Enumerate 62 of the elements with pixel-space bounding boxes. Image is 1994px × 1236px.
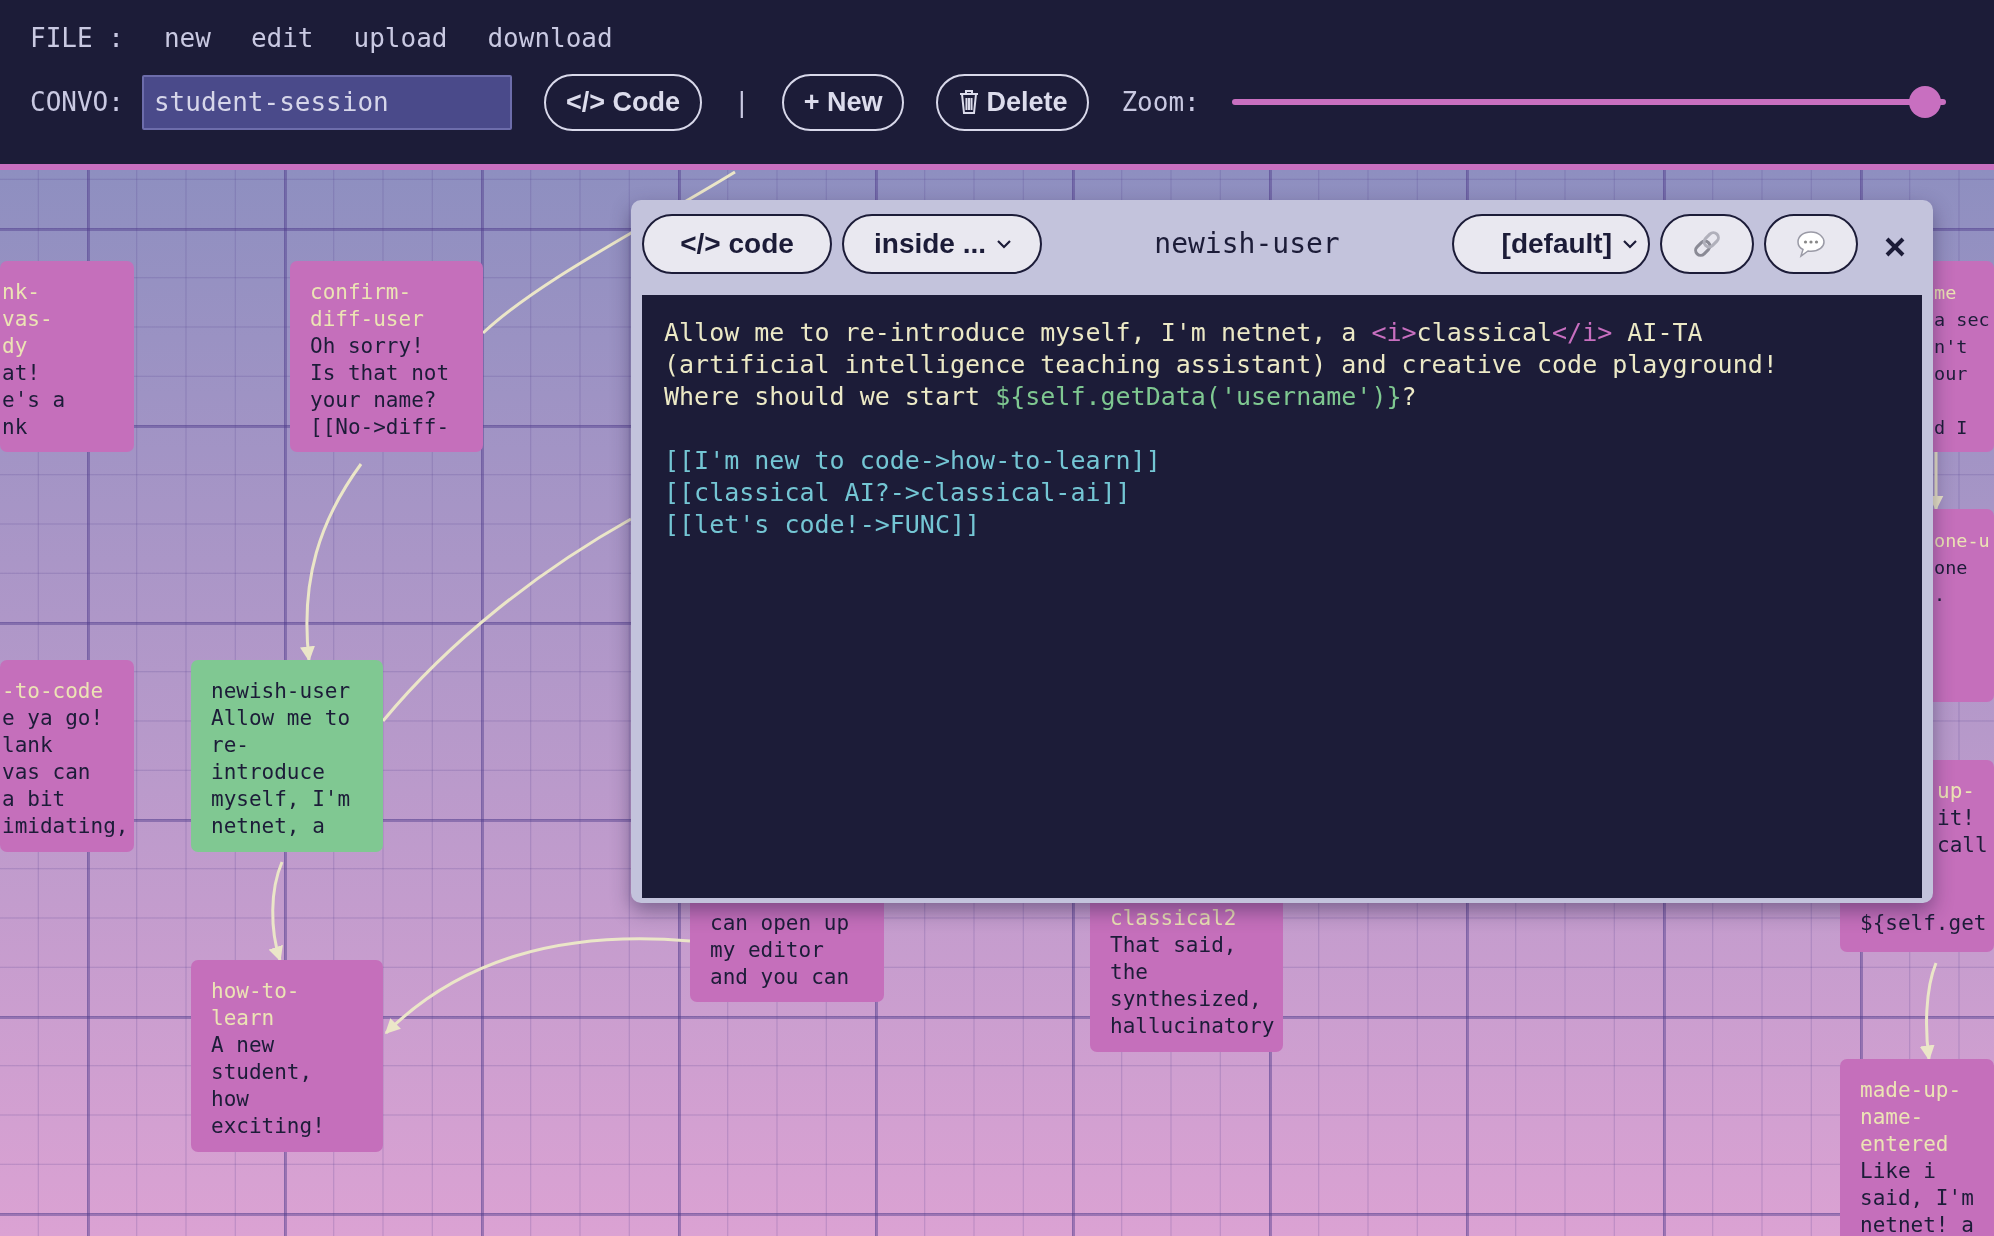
menu-item[interactable]: new [163, 18, 211, 58]
story-node[interactable]: -to-code e ya go! lank vas can a bit imidating, [0, 660, 134, 852]
code-line: (artificial intelligence teaching assistant) and creative code playground! [664, 349, 1779, 381]
context-dropdown[interactable]: inside ... [842, 214, 1042, 274]
code-button[interactable]: </> code [642, 214, 832, 274]
menu-item[interactable]: download [487, 18, 613, 58]
node-text: That said, the synthesized, hallucinatory [1110, 933, 1275, 1038]
code-line: [[I'm new to code->how-to-learn]] [664, 445, 1162, 477]
node-text: it! call [1937, 806, 1988, 857]
story-node[interactable]: newish-user Allow me to re- introduce myself, I'm netnet, a [191, 660, 383, 852]
convo-label: CONVO: [30, 85, 124, 119]
node-name: newish-user [1153, 226, 1341, 262]
node-text: at! e's a nk [2, 361, 66, 439]
trash-icon [958, 89, 981, 116]
zoom-label: Zoom: [1121, 85, 1200, 119]
separator: | [733, 85, 750, 120]
link-icon [1691, 228, 1723, 260]
node-text: one . [1934, 557, 1968, 605]
story-node[interactable]: made-up- name- entered Like i said, I'm netnet! a [1840, 1059, 1994, 1236]
node-title: confirm- diff-user [310, 279, 425, 333]
menu-label: FILE : [30, 21, 124, 55]
node-text: ${self.get [1860, 910, 1987, 937]
code-line: [[let's code!->FUNC]] [664, 509, 982, 541]
chevron-icon [1622, 239, 1638, 249]
menu-item[interactable]: upload [353, 18, 448, 58]
chevron-icon [996, 239, 1013, 249]
node-title: me [1934, 281, 1958, 305]
node-text: Like i said, I'm netnet! a [1860, 1159, 1974, 1236]
story-node[interactable]: confirm- diff-user Oh sorry! Is that not your name? [[No->diff- [290, 261, 483, 452]
code-line: [[classical AI?->classical-ai]] [664, 477, 1132, 509]
story-node[interactable]: how-to- learn A new student, how exciting! [191, 960, 383, 1152]
comment-button[interactable] [1764, 214, 1858, 274]
code-line: Allow me to re-introduce myself, I'm netnet, a <i>classical</i> AI-TA [664, 317, 1704, 349]
node-title: up- [1937, 778, 1976, 805]
node-text: can open up my editor and you can [710, 911, 850, 989]
node-text: e ya go! lank vas can a bit imidating, [2, 706, 129, 838]
story-node[interactable]: me a sec n't our d I [1933, 261, 1994, 452]
delete-button[interactable]: Delete [936, 74, 1090, 131]
node-title: one-u [1934, 529, 1990, 553]
node-title: classical2 [1110, 905, 1238, 932]
convo-name-field[interactable]: student-session [141, 74, 512, 130]
node-text: a sec n't our d I [1934, 309, 1990, 438]
speech-bubble-icon [1795, 229, 1827, 259]
story-node[interactable]: one-u one . [1933, 509, 1994, 702]
node-text: Allow me to re- introduce myself, I'm netnet, a [211, 706, 351, 838]
toolbar-button[interactable]: + New [781, 74, 905, 131]
menu-item[interactable]: edit [250, 18, 314, 58]
node-title: made-up- name- entered [1860, 1077, 1963, 1158]
code-line: Where should we start ${self.getData('username')}? [664, 381, 1418, 413]
node-title: nk- vas- dy [2, 279, 54, 360]
link-button[interactable] [1660, 214, 1754, 274]
toolbar-button[interactable]: </> Code [543, 74, 702, 131]
node-title: -to-code [2, 678, 105, 705]
slider-thumb[interactable] [1908, 86, 1941, 119]
mode-dropdown[interactable]: [default] [1452, 214, 1650, 274]
close-icon [1884, 235, 1906, 258]
code-editor[interactable] [642, 295, 1922, 898]
node-text: A new student, how exciting! [211, 1033, 325, 1138]
node-text: Oh sorry! Is that not your name? [[No->diff- [310, 334, 450, 439]
story-node[interactable]: nk- vas- dy at! e's a nk [0, 261, 134, 452]
node-title: newish-user [211, 678, 351, 705]
node-title: how-to- learn [211, 978, 301, 1032]
